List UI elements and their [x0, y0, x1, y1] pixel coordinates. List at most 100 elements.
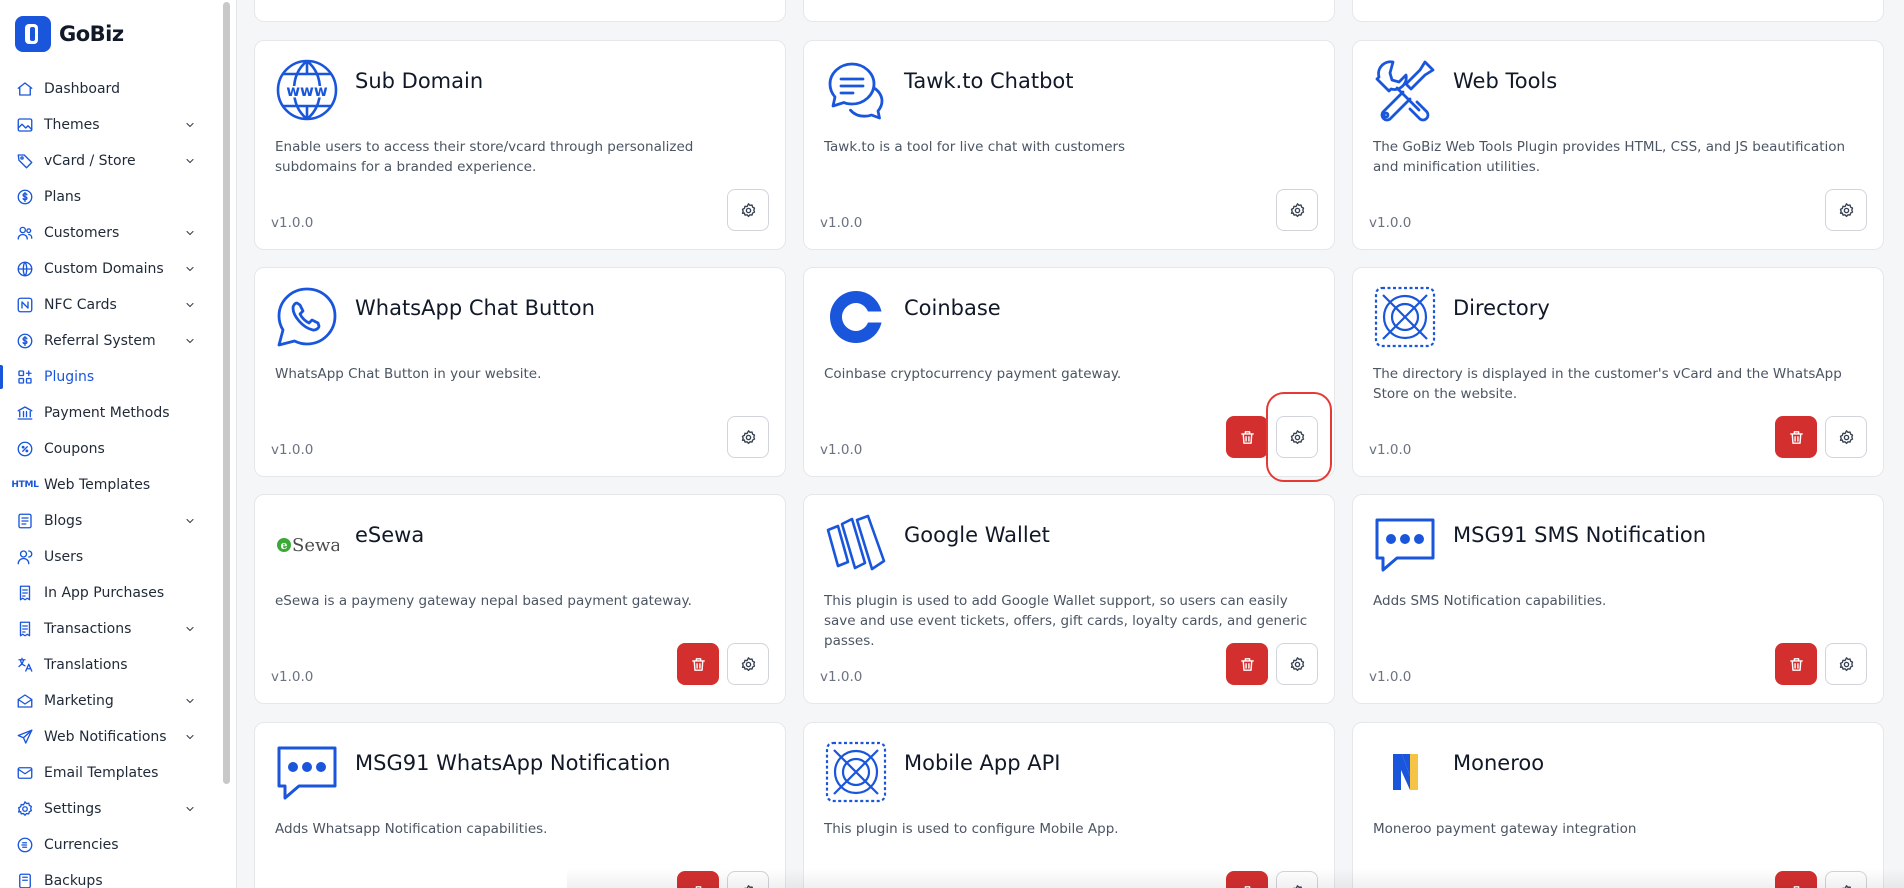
plugin-description: Enable users to access their store/vcard…	[275, 139, 694, 175]
plugin-settings-button[interactable]	[1825, 416, 1867, 458]
sidebar-item-themes[interactable]: Themes	[0, 107, 226, 143]
brand[interactable]: GoBiz	[15, 16, 124, 52]
chevron-down-icon	[184, 119, 196, 131]
list-icon	[16, 512, 34, 530]
gear-icon	[1289, 656, 1306, 673]
plugin-card-tawk-to-chatbot: Tawk.to Chatbot Tawk.to is a tool for liv…	[803, 40, 1335, 250]
users-icon	[16, 224, 34, 242]
plugin-title: Web Tools	[1453, 69, 1558, 93]
sidebar-item-transactions[interactable]: Transactions	[0, 611, 226, 647]
sidebar-item-backups[interactable]: Backups	[0, 863, 226, 888]
plugin-title: eSewa	[355, 523, 425, 547]
gear-icon	[1289, 202, 1306, 219]
plugin-card-web-tools: Web Tools The GoBiz Web Tools Plugin prov…	[1352, 40, 1884, 250]
bottom-fade	[567, 868, 1904, 888]
translate-icon	[16, 656, 34, 674]
sidebar-item-web-notifications[interactable]: Web Notifications	[0, 719, 226, 755]
plugin-settings-button[interactable]	[727, 416, 769, 458]
sidebar-item-referral-system[interactable]: Referral System	[0, 323, 226, 359]
sidebar-item-plans[interactable]: Plans	[0, 179, 226, 215]
sidebar-item-nfc-cards[interactable]: NFC Cards	[0, 287, 226, 323]
sidebar-item-label: Currencies	[44, 837, 119, 853]
sidebar-scrollbar[interactable]	[223, 2, 230, 784]
sidebar-item-label: Web Notifications	[44, 729, 167, 745]
plugin-settings-button[interactable]	[727, 643, 769, 685]
delete-plugin-button[interactable]	[677, 643, 719, 685]
plugin-title: MSG91 SMS Notification	[1453, 523, 1707, 547]
delete-plugin-button[interactable]	[1226, 416, 1268, 458]
plugin-card-directory: Directory The directory is displayed in t…	[1352, 267, 1884, 477]
sidebar-item-payment-methods[interactable]: Payment Methods	[0, 395, 226, 431]
sidebar-item-custom-domains[interactable]: Custom Domains	[0, 251, 226, 287]
message-dots-icon	[275, 740, 339, 804]
chevron-down-icon	[184, 155, 196, 167]
sidebar-item-translations[interactable]: Translations	[0, 647, 226, 683]
brand-name: GoBiz	[59, 22, 124, 46]
plugin-title: Moneroo	[1453, 751, 1545, 775]
sidebar-item-customers[interactable]: Customers	[0, 215, 226, 251]
sidebar-item-label: Payment Methods	[44, 405, 170, 421]
sidebar-item-label: Coupons	[44, 441, 105, 457]
home-icon	[16, 80, 34, 98]
plugin-title: Tawk.to Chatbot	[904, 69, 1074, 93]
sidebar-item-label: Backups	[44, 873, 103, 888]
discount-icon	[16, 440, 34, 458]
sidebar-item-blogs[interactable]: Blogs	[0, 503, 226, 539]
plugin-version: v1.0.0	[271, 215, 314, 231]
plugin-title: Mobile App API	[904, 751, 1061, 775]
plugin-card-esewa: e Sewa eSewa eSewa is a paymeny gateway nep…	[254, 494, 786, 704]
send-icon	[16, 728, 34, 746]
archive-icon	[16, 872, 34, 888]
apps-add-icon	[16, 368, 34, 386]
sidebar-item-web-templates[interactable]: HTML Web Templates	[0, 467, 226, 503]
sidebar-item-marketing[interactable]: Marketing	[0, 683, 226, 719]
plugin-settings-button[interactable]	[1825, 189, 1867, 231]
delete-plugin-button[interactable]	[1775, 643, 1817, 685]
settings-button-highlight	[1266, 392, 1332, 482]
sidebar-item-label: Users	[44, 549, 84, 565]
receipt-icon	[16, 620, 34, 638]
sidebar-item-vcard-store[interactable]: vCard / Store	[0, 143, 226, 179]
wrench-screwdriver-icon	[1373, 58, 1437, 122]
sidebar-item-currencies[interactable]: Currencies	[0, 827, 226, 863]
plugin-description: WhatsApp Chat Button in your website.	[275, 366, 542, 382]
trash-icon	[1239, 429, 1256, 446]
sidebar-item-email-templates[interactable]: Email Templates	[0, 755, 226, 791]
plugin-settings-button[interactable]	[1276, 189, 1318, 231]
plugin-settings-button[interactable]	[727, 189, 769, 231]
sidebar-item-users[interactable]: Users	[0, 539, 226, 575]
svg-text:e: e	[281, 539, 288, 552]
sidebar-item-plugins[interactable]: Plugins	[0, 359, 226, 395]
sidebar-item-label: Plugins	[44, 369, 95, 385]
google-wallet-icon	[824, 512, 888, 576]
plugin-version: v1.0.0	[1369, 442, 1412, 458]
plugin-description: Coinbase cryptocurrency payment gateway.	[824, 366, 1122, 382]
trash-icon	[690, 656, 707, 673]
chevron-down-icon	[184, 695, 196, 707]
plugin-card-sub-domain: www Sub Domain Enable users to access thei…	[254, 40, 786, 250]
plugin-version: v1.0.0	[820, 215, 863, 231]
gear-icon	[16, 800, 34, 818]
bank-icon	[16, 404, 34, 422]
sidebar-item-label: Marketing	[44, 693, 114, 709]
delete-plugin-button[interactable]	[1226, 643, 1268, 685]
sidebar-nav: Dashboard Themes vCard / Store Plans Custome…	[0, 71, 226, 888]
plugin-title: Coinbase	[904, 296, 1001, 320]
delete-plugin-button[interactable]	[1775, 416, 1817, 458]
gear-icon	[740, 656, 757, 673]
plugin-title: WhatsApp Chat Button	[355, 296, 595, 320]
sidebar-item-coupons[interactable]: Coupons	[0, 431, 226, 467]
plugin-title: Google Wallet	[904, 523, 1050, 547]
plugin-settings-button[interactable]	[1276, 643, 1318, 685]
sidebar-item-dashboard[interactable]: Dashboard	[0, 71, 226, 107]
sidebar-item-in-app-purchases[interactable]: In App Purchases	[0, 575, 226, 611]
gear-icon	[1838, 656, 1855, 673]
chevron-down-icon	[184, 515, 196, 527]
sidebar-item-label: Settings	[44, 801, 102, 817]
plugin-card-partial	[1352, 0, 1884, 22]
sidebar-item-settings[interactable]: Settings	[0, 791, 226, 827]
sidebar-item-label: NFC Cards	[44, 297, 117, 313]
html-icon: HTML	[11, 476, 38, 494]
plugin-settings-button[interactable]	[1825, 643, 1867, 685]
mail-icon	[16, 764, 34, 782]
